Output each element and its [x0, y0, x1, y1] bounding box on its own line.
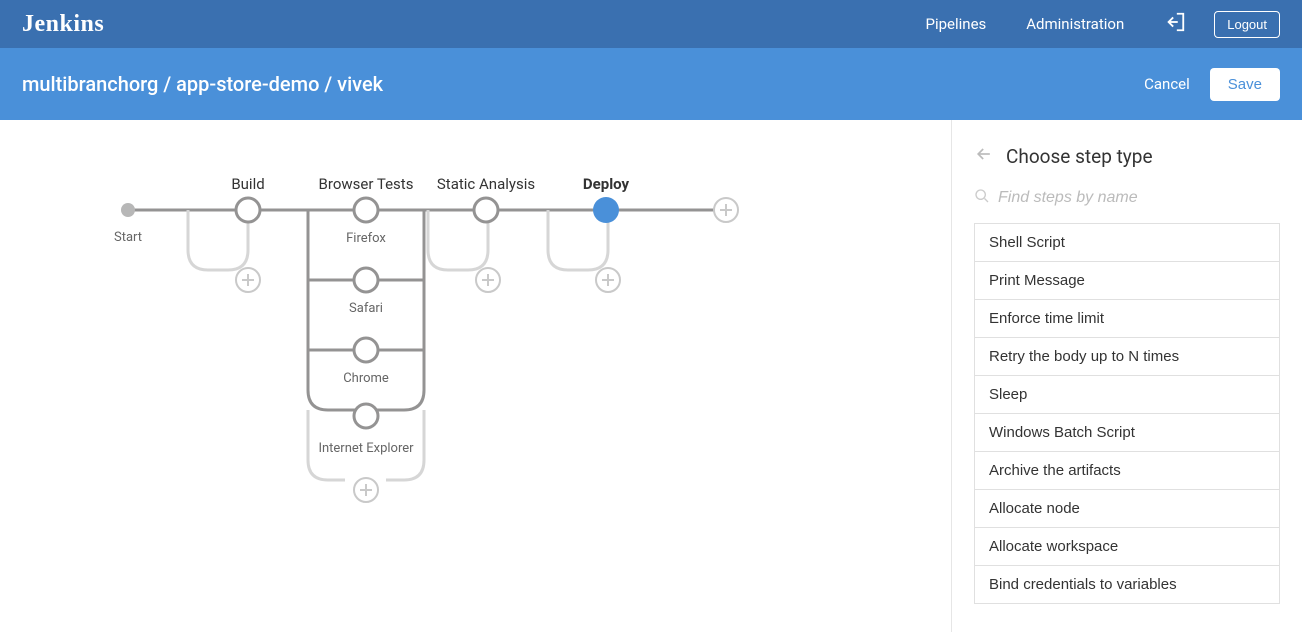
add-parallel-deploy[interactable] [596, 268, 620, 292]
stage-node-browser-tests[interactable] [354, 198, 378, 222]
nav-administration[interactable]: Administration [1026, 15, 1124, 33]
add-parallel-browser[interactable] [354, 478, 378, 502]
step-item-enforce-time-limit[interactable]: Enforce time limit [974, 300, 1280, 338]
stage-node-static-analysis[interactable] [474, 198, 498, 222]
add-parallel-static[interactable] [476, 268, 500, 292]
step-search-row [974, 182, 1280, 215]
topbar: Jenkins Pipelines Administration Logout [0, 0, 1302, 48]
stage-label-deploy: Deploy [583, 175, 629, 193]
step-item-allocate-workspace[interactable]: Allocate workspace [974, 528, 1280, 566]
pipeline-canvas: Start Build Browser Tests Static Analysi… [0, 120, 952, 632]
nav-pipelines[interactable]: Pipelines [926, 15, 987, 33]
parallel-node-ie[interactable] [354, 404, 378, 428]
parallel-node-safari[interactable] [354, 268, 378, 292]
step-item-bind-credentials[interactable]: Bind credentials to variables [974, 566, 1280, 604]
logout-button[interactable]: Logout [1214, 11, 1280, 38]
add-parallel-build[interactable] [236, 268, 260, 292]
stage-node-deploy[interactable] [593, 197, 619, 223]
start-label: Start [114, 230, 142, 245]
step-item-windows-batch[interactable]: Windows Batch Script [974, 414, 1280, 452]
subheader: multibranchorg / app-store-demo / vivek … [0, 48, 1302, 120]
exit-icon[interactable] [1164, 11, 1186, 37]
pipeline-svg [0, 120, 952, 632]
step-panel: Choose step type Shell Script Print Mess… [952, 120, 1302, 632]
parallel-label-safari: Safari [349, 301, 383, 316]
step-item-sleep[interactable]: Sleep [974, 376, 1280, 414]
stage-node-build[interactable] [236, 198, 260, 222]
search-icon [974, 188, 990, 208]
step-list: Shell Script Print Message Enforce time … [974, 223, 1280, 604]
start-node [121, 203, 135, 217]
stage-label-build: Build [231, 175, 264, 193]
parallel-label-chrome: Chrome [343, 371, 389, 386]
step-item-print-message[interactable]: Print Message [974, 262, 1280, 300]
parallel-node-chrome[interactable] [354, 338, 378, 362]
breadcrumb: multibranchorg / app-store-demo / vivek [22, 72, 383, 96]
step-item-shell-script[interactable]: Shell Script [974, 224, 1280, 262]
parallel-label-ie: Internet Explorer [318, 441, 413, 456]
cancel-button[interactable]: Cancel [1144, 75, 1190, 93]
stage-label-static-analysis: Static Analysis [437, 175, 535, 193]
logo: Jenkins [22, 11, 104, 38]
parallel-label-firefox: Firefox [346, 231, 386, 246]
step-item-retry[interactable]: Retry the body up to N times [974, 338, 1280, 376]
panel-title: Choose step type [1006, 145, 1153, 168]
step-search-input[interactable] [998, 189, 1280, 207]
back-arrow-icon[interactable] [974, 144, 994, 168]
step-item-archive-artifacts[interactable]: Archive the artifacts [974, 452, 1280, 490]
stage-label-browser-tests: Browser Tests [319, 175, 414, 193]
step-item-allocate-node[interactable]: Allocate node [974, 490, 1280, 528]
add-stage-button[interactable] [714, 198, 738, 222]
save-button[interactable]: Save [1210, 68, 1280, 101]
